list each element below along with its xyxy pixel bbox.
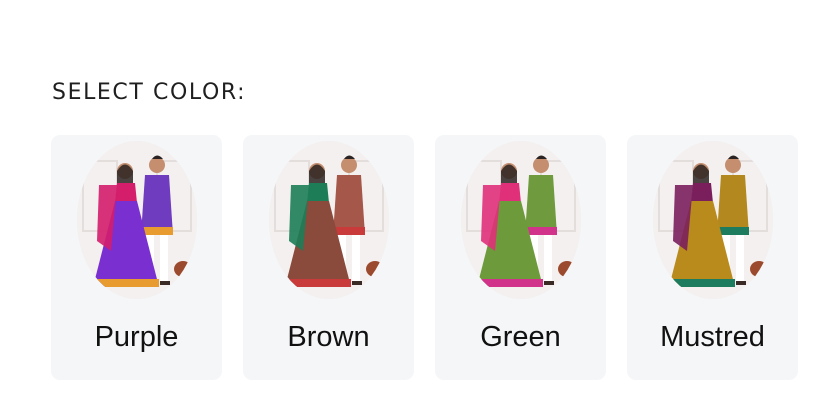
couple-outfit-photo-icon (269, 141, 389, 299)
couple-outfit-photo-icon (77, 141, 197, 299)
color-option-brown[interactable]: Brown (243, 135, 414, 380)
color-option-mustred[interactable]: Mustred (627, 135, 798, 380)
color-option-green[interactable]: Green (435, 135, 606, 380)
color-options: Purple Brown Green Mustred (51, 135, 798, 380)
couple-outfit-photo-icon (461, 141, 581, 299)
color-option-label: Purple (94, 321, 179, 353)
color-option-purple[interactable]: Purple (51, 135, 222, 380)
color-option-label: Brown (287, 321, 370, 353)
select-color-heading: SELECT COLOR: (52, 80, 247, 105)
color-option-label: Mustred (660, 321, 765, 353)
couple-outfit-photo-icon (653, 141, 773, 299)
color-option-label: Green (480, 321, 561, 353)
